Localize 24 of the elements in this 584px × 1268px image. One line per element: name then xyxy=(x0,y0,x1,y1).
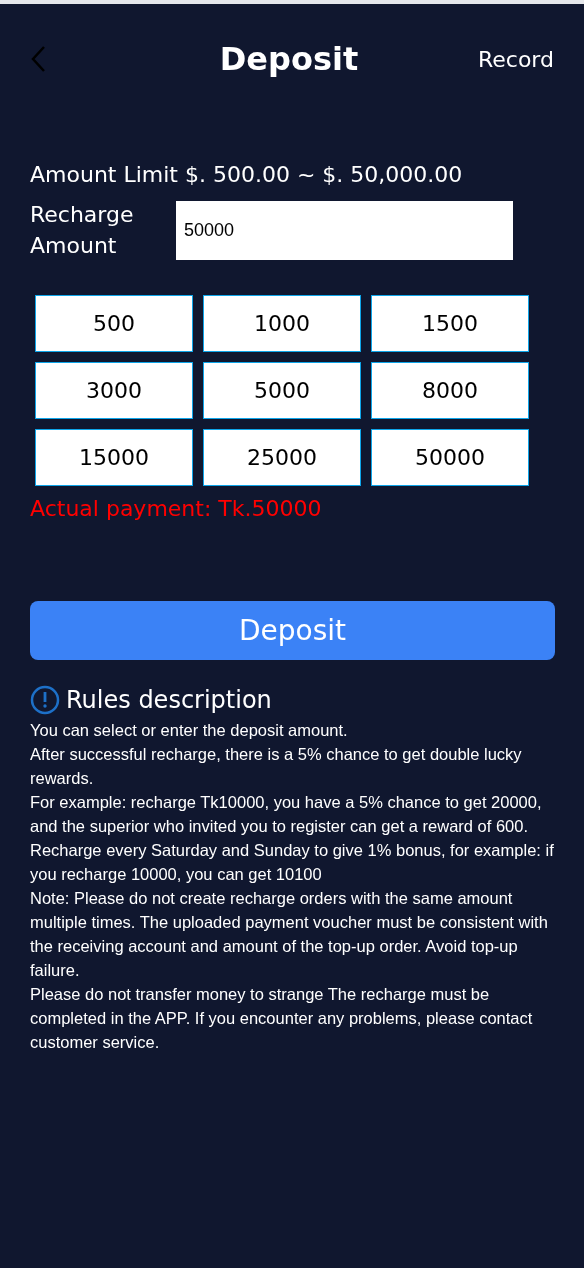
amount-option[interactable]: 5000 xyxy=(203,362,361,419)
record-link[interactable]: Record xyxy=(477,42,554,76)
amount-option[interactable]: 1500 xyxy=(371,295,529,352)
rule-paragraph: You can select or enter the deposit amount. xyxy=(30,720,349,741)
actual-payment-text: Actual payment: Tk.50000 xyxy=(30,495,323,523)
recharge-amount-label: Recharge Amount xyxy=(30,201,135,260)
page-title: Deposit xyxy=(219,39,359,80)
info-icon xyxy=(30,685,60,715)
rule-paragraph: Note: Please do not create recharge orders with the same amount multiple times. The uploaded payment voucher must be consistent with the receiving account and amount of the top-up order. Avoid top-up failure. xyxy=(30,888,549,981)
amount-option[interactable]: 25000 xyxy=(203,429,361,486)
amount-option[interactable]: 8000 xyxy=(371,362,529,419)
amount-limit-text: Amount Limit $. 500.00 ~ $. 50,000.00 xyxy=(30,161,464,189)
deposit-button[interactable]: Deposit xyxy=(30,601,555,660)
amount-option[interactable]: 1000 xyxy=(203,295,361,352)
rules-title: Rules description xyxy=(66,685,272,716)
amount-option[interactable]: 15000 xyxy=(35,429,193,486)
rule-paragraph: For example: recharge Tk10000, you have a 5% chance to get 20000, and the superior who invited you to register can get a reward of 600. xyxy=(30,792,543,837)
amount-option[interactable]: 3000 xyxy=(35,362,193,419)
amount-option[interactable]: 500 xyxy=(35,295,193,352)
amount-option[interactable]: 50000 xyxy=(371,429,529,486)
rule-paragraph: Recharge every Saturday and Sunday to give 1% bonus, for example: if you recharge 10000, you can get 10100 xyxy=(30,840,555,885)
rule-paragraph: After successful recharge, there is a 5% chance to get double lucky rewards. xyxy=(30,744,523,789)
recharge-amount-field[interactable]: 50000 xyxy=(176,200,513,260)
rule-paragraph: Please do not transfer money to strange The recharge must be completed in the APP. If you encounter any problems, please contact customer service. xyxy=(30,984,534,1053)
